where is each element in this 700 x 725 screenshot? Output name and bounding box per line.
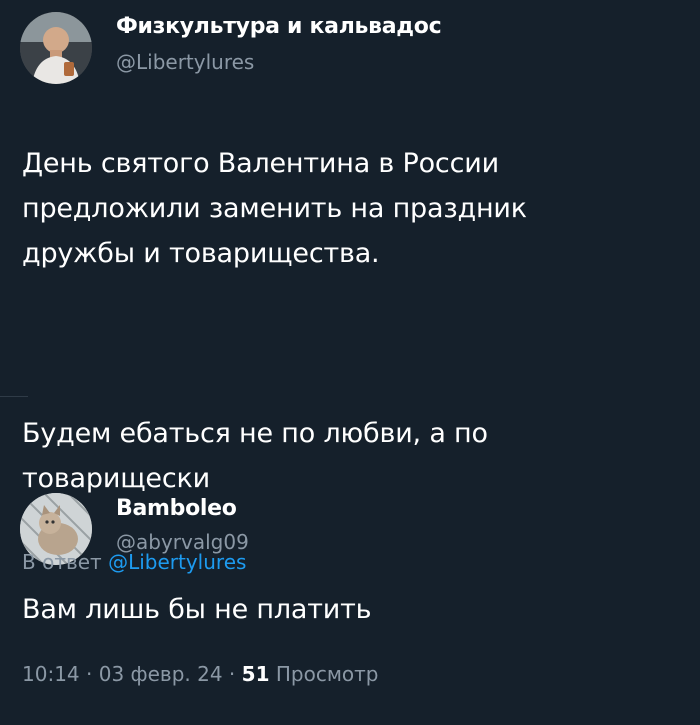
author-avatar[interactable]: [20, 12, 92, 84]
tweet-paragraph-1: День святого Валентина в России предложи…: [22, 148, 527, 269]
meta-separator: ·: [79, 662, 99, 686]
reply-text: Вам лишь бы не платить: [22, 594, 372, 625]
tweet-date[interactable]: 03 февр. 24: [99, 662, 223, 686]
replying-to-mention-link[interactable]: @Libertylures: [108, 550, 246, 574]
author-handle[interactable]: @Libertylures: [116, 50, 254, 74]
tweet-metadata: 10:14 · 03 февр. 24 · 51 Просмотр: [22, 662, 379, 686]
divider: [0, 396, 28, 397]
avatar-photo-icon: [20, 12, 92, 84]
views-label: Просмотр: [275, 662, 379, 686]
tweet-time[interactable]: 10:14: [22, 662, 80, 686]
reply-author-display-name[interactable]: Bamboleo: [116, 496, 237, 521]
tweet-text: День святого Валентина в России предложи…: [22, 96, 682, 546]
replying-to-line: В ответ @Libertylures: [22, 550, 246, 574]
replying-to-label: В ответ: [22, 550, 102, 574]
meta-separator: ·: [222, 662, 242, 686]
tweet-paragraph-2: Будем ебаться не по любви, а по товарище…: [22, 418, 488, 494]
author-display-name[interactable]: Физкультура и кальвадос: [116, 14, 442, 39]
views-count: 51: [241, 662, 270, 686]
